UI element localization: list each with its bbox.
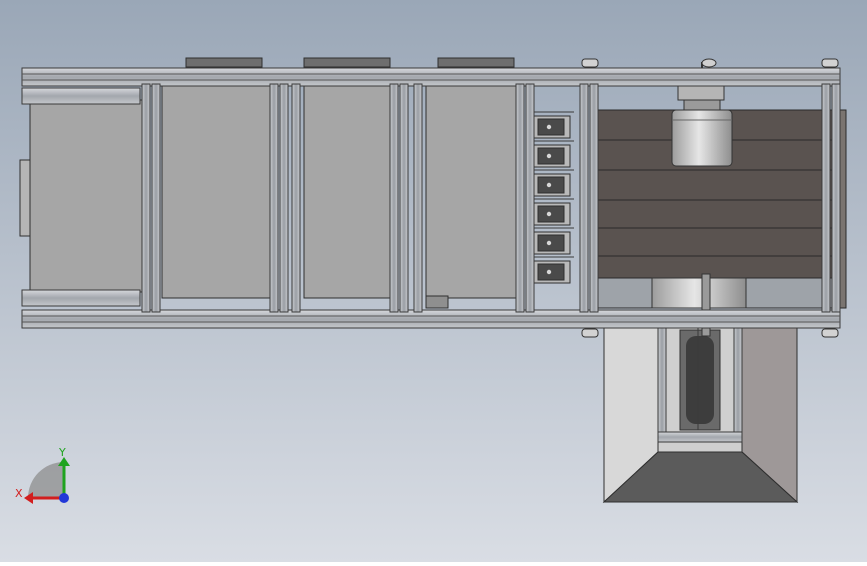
bracket <box>533 227 574 255</box>
bolt-icon <box>581 328 599 338</box>
chute-assembly <box>602 327 799 504</box>
bracket <box>533 198 574 226</box>
frame-post <box>291 83 301 313</box>
frame-post <box>279 83 289 313</box>
triad-y-label: Y <box>58 446 66 459</box>
frame-post <box>269 83 279 313</box>
frame-post <box>831 83 841 313</box>
frame-post <box>399 83 409 313</box>
frame-post <box>579 83 589 313</box>
frame-post <box>515 83 525 313</box>
frame-post <box>389 83 399 313</box>
frame-post <box>151 83 161 313</box>
motor-bolt-icon <box>701 58 717 68</box>
bolt-icon <box>581 58 599 68</box>
cad-viewport[interactable]: X Y <box>0 0 867 562</box>
frame-post <box>141 83 151 313</box>
guard-panels <box>161 85 517 309</box>
bracket <box>533 169 574 197</box>
bracket <box>533 111 574 139</box>
bolt-icon <box>821 328 839 338</box>
frame-post <box>821 83 831 313</box>
triad-x-label: X <box>15 487 23 500</box>
triad-z-axis-icon <box>59 493 69 503</box>
conveyor-assembly-drawing: X Y <box>0 0 867 562</box>
frame-post <box>413 83 423 313</box>
bolt-icon <box>821 58 839 68</box>
bracket <box>533 140 574 168</box>
top-mounting-tabs <box>185 57 515 68</box>
left-end-housing <box>19 87 143 307</box>
frame-post <box>589 83 599 313</box>
frame-post <box>525 83 535 313</box>
bracket <box>533 256 574 284</box>
